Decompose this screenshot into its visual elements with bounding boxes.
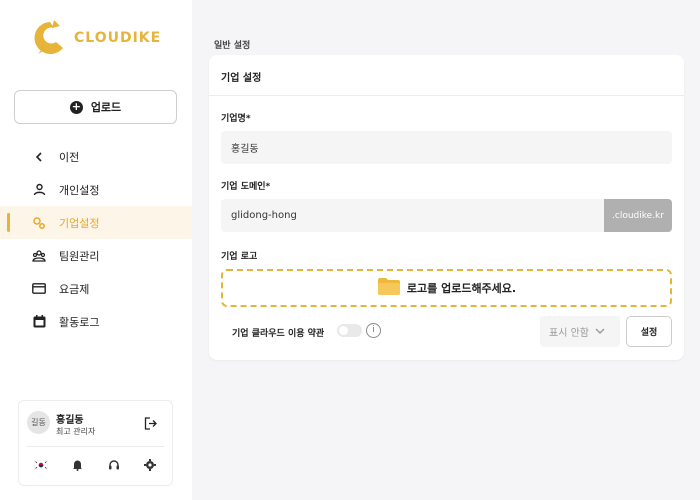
plus-icon: + (69, 99, 83, 114)
sidebar-item-label: 개인설정 (59, 183, 100, 197)
logo-upload-dropzone[interactable]: 로고를 업로드해주세요. (221, 269, 672, 307)
sidebar-item-label: 팀원관리 (59, 249, 100, 263)
company-domain-label: 기업 도메인* (221, 182, 271, 192)
team-icon (32, 249, 46, 263)
domain-suffix: .cloudike.kr (604, 199, 672, 232)
sidebar: CLOUDIKE + 업로드 이전 개인설정 기업설정 팀원관리 요금제 활동로… (0, 0, 192, 500)
gear-icon[interactable] (143, 458, 157, 472)
settings-button[interactable]: 설정 (626, 316, 672, 347)
company-domain-value: glidong-hong (231, 210, 297, 221)
company-name-value: 홍길동 (231, 144, 259, 155)
sidebar-nav: 이전 개인설정 기업설정 팀원관리 요금제 활동로그 (0, 140, 192, 338)
info-icon[interactable]: i (366, 323, 381, 338)
user-card-actions (19, 458, 172, 472)
card-icon (32, 282, 46, 296)
upload-button[interactable]: + 업로드 (14, 90, 177, 124)
company-domain-field[interactable]: glidong-hong .cloudike.kr (221, 199, 672, 232)
sidebar-item-label: 이전 (59, 150, 80, 164)
calendar-icon (32, 315, 46, 329)
bell-icon[interactable] (70, 458, 84, 472)
main-content: 일반 설정 기업 설정 기업명* 홍길동 기업 도메인* glidong-hon… (192, 0, 700, 500)
sidebar-item-label: 요금제 (59, 282, 90, 296)
divider (27, 446, 164, 447)
user-role: 최고 관리자 (56, 427, 96, 436)
korea-flag-icon[interactable] (34, 458, 49, 472)
company-settings-panel: 기업 설정 기업명* 홍길동 기업 도메인* glidong-hong .clo… (209, 55, 684, 360)
company-name-label: 기업명* (221, 114, 251, 124)
sidebar-item-back[interactable]: 이전 (0, 140, 192, 173)
sidebar-item-pricing[interactable]: 요금제 (0, 272, 192, 305)
logout-icon[interactable] (144, 415, 157, 434)
chevron-left-icon (32, 150, 46, 164)
headset-icon[interactable] (107, 458, 121, 472)
folder-icon (377, 277, 401, 299)
sidebar-item-personal-settings[interactable]: 개인설정 (0, 173, 192, 206)
company-name-field[interactable]: 홍길동 (221, 131, 672, 164)
terms-label: 기업 클라우드 이용 약관 (232, 329, 325, 339)
sidebar-item-team-management[interactable]: 팀원관리 (0, 239, 192, 272)
sidebar-item-label: 기업설정 (59, 216, 100, 230)
gears-icon (32, 216, 46, 230)
sidebar-item-company-settings[interactable]: 기업설정 (0, 206, 192, 239)
brand-logo[interactable]: CLOUDIKE (30, 16, 170, 60)
panel-title: 기업 설정 (221, 73, 262, 84)
avatar[interactable]: 길동 (27, 411, 50, 434)
user-card: 길동 홍길동 최고 관리자 (18, 400, 173, 486)
panel-header: 기업 설정 (209, 55, 684, 96)
section-title: 일반 설정 (214, 41, 251, 51)
select-value: 표시 안함 (549, 328, 589, 339)
terms-toggle[interactable] (337, 324, 362, 337)
terms-display-select[interactable]: 표시 안함 (540, 316, 620, 347)
user-name: 홍길동 (56, 415, 84, 426)
brand-name: CLOUDIKE (74, 30, 162, 46)
sidebar-item-label: 활동로그 (59, 315, 100, 329)
cloudike-logo-icon (34, 20, 63, 54)
company-logo-label: 기업 로고 (221, 252, 258, 262)
sidebar-item-activity-log[interactable]: 활동로그 (0, 305, 192, 338)
logo-upload-text: 로고를 업로드해주세요. (406, 282, 517, 295)
upload-label: 업로드 (90, 101, 122, 114)
user-icon (32, 183, 46, 197)
chevron-down-icon (595, 326, 605, 337)
